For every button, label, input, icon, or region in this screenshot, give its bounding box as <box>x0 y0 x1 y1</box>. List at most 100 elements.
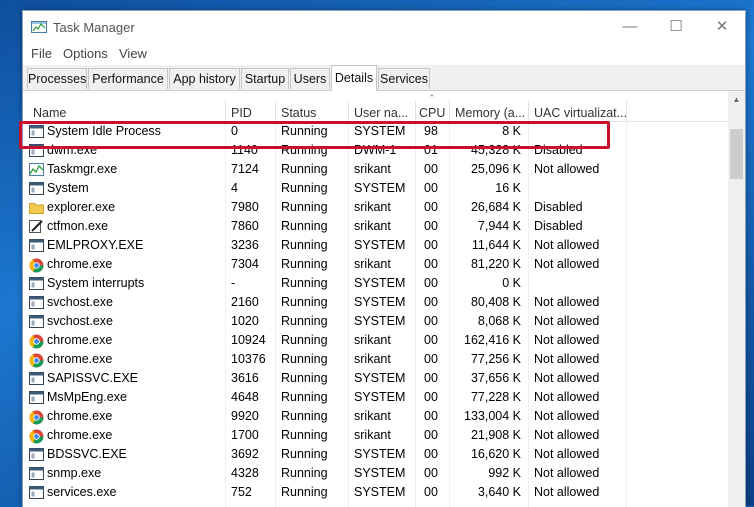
tab-processes[interactable]: Processes <box>27 68 87 89</box>
column-status[interactable]: Status <box>281 106 347 120</box>
tab-services[interactable]: Services <box>378 68 430 89</box>
scroll-up-icon[interactable]: ▲ <box>728 91 745 108</box>
table-row[interactable]: MsMpEng.exe 4648 Running SYSTEM 00 77,228 K No… <box>23 388 728 407</box>
process-status: Running <box>281 447 328 461</box>
process-status: Running <box>281 219 328 233</box>
process-name: BDSSVC.EXE <box>47 447 127 461</box>
process-uac: Not allowed <box>534 390 600 404</box>
tab-app-history[interactable]: App history <box>169 68 240 89</box>
tab-startup[interactable]: Startup <box>241 68 289 89</box>
process-pid: 3236 <box>231 238 259 252</box>
table-row[interactable]: svchost.exe 2160 Running SYSTEM 00 80,408 K No… <box>23 293 728 312</box>
process-status: Running <box>281 276 328 290</box>
process-memory: 8 K <box>502 124 521 138</box>
table-row[interactable]: ctfmon.exe 7860 Running srikant 00 7,944 K Dis… <box>23 217 728 236</box>
process-pid: 7860 <box>231 219 259 233</box>
process-cpu: 00 <box>424 314 438 328</box>
process-memory: 80,408 K <box>470 295 521 309</box>
column-memory[interactable]: Memory (a... <box>455 106 529 120</box>
window-icon <box>29 467 44 480</box>
table-row[interactable]: services.exe 752 Running SYSTEM 00 3,640 K Not… <box>23 483 728 502</box>
process-user: SYSTEM <box>354 466 406 480</box>
process-pid: 3692 <box>231 447 259 461</box>
taskmgr-icon <box>29 163 44 176</box>
process-user: srikant <box>354 257 391 271</box>
chrome-icon <box>29 429 44 444</box>
process-cpu: 00 <box>424 390 438 404</box>
table-row[interactable]: explorer.exe 7980 Running srikant 00 26,684 K… <box>23 198 728 217</box>
table-row[interactable]: SAPISSVC.EXE 3616 Running SYSTEM 00 37,656 K N… <box>23 369 728 388</box>
menu-bar: File Options View <box>23 43 745 65</box>
process-cpu: 00 <box>424 162 438 176</box>
minimize-button[interactable]: — <box>607 11 653 43</box>
column-user-name[interactable]: User na... <box>354 106 414 120</box>
process-user: SYSTEM <box>354 314 406 328</box>
menu-view[interactable]: View <box>119 46 147 61</box>
table-row[interactable]: chrome.exe 7304 Running srikant 00 81,220 K No… <box>23 255 728 274</box>
tab-details[interactable]: Details <box>331 65 377 91</box>
menu-options[interactable]: Options <box>63 46 108 61</box>
process-uac: Disabled <box>534 143 583 157</box>
process-cpu: 00 <box>424 295 438 309</box>
process-status: Running <box>281 409 328 423</box>
table-row[interactable]: BDSSVC.EXE 3692 Running SYSTEM 00 16,620 K Not… <box>23 445 728 464</box>
process-memory: 162,416 K <box>464 333 521 347</box>
table-row[interactable]: snmp.exe 4328 Running SYSTEM 00 992 K Not allo… <box>23 464 728 483</box>
process-status: Running <box>281 466 328 480</box>
window-icon <box>29 296 44 309</box>
process-memory: 992 K <box>488 466 521 480</box>
menu-file[interactable]: File <box>31 46 52 61</box>
table-row[interactable]: chrome.exe 1700 Running srikant 00 21,908 K No… <box>23 426 728 445</box>
column-name[interactable]: Name <box>33 106 223 120</box>
column-cpu[interactable]: CPU <box>419 106 449 120</box>
process-uac: Not allowed <box>534 238 600 252</box>
window-icon <box>29 239 44 252</box>
process-pid: 7304 <box>231 257 259 271</box>
table-row[interactable]: System Idle Process 0 Running SYSTEM 98 8 K <box>23 122 728 141</box>
process-status: Running <box>281 143 328 157</box>
process-uac: Not allowed <box>534 333 600 347</box>
table-row[interactable]: chrome.exe 9920 Running srikant 00 133,004 K N… <box>23 407 728 426</box>
table-row[interactable]: Taskmgr.exe 7124 Running srikant 00 25,096 K N… <box>23 160 728 179</box>
scroll-thumb[interactable] <box>730 129 743 179</box>
table-row[interactable]: chrome.exe 10924 Running srikant 00 162,416 K… <box>23 331 728 350</box>
table-header: Name PID Status User na... ⌃ CPU Memory … <box>23 91 728 122</box>
table-row[interactable]: svchost.exe 1020 Running SYSTEM 00 8,068 K Not… <box>23 312 728 331</box>
process-memory: 11,644 K <box>471 238 521 252</box>
window-icon <box>29 315 44 328</box>
process-pid: 3616 <box>231 371 259 385</box>
title-bar[interactable]: Task Manager — ☐ ✕ <box>23 11 745 43</box>
process-status: Running <box>281 257 328 271</box>
tab-performance[interactable]: Performance <box>88 68 168 89</box>
process-status: Running <box>281 428 328 442</box>
process-cpu: 00 <box>424 257 438 271</box>
process-user: srikant <box>354 219 391 233</box>
process-cpu: 00 <box>424 219 438 233</box>
process-name: services.exe <box>47 485 117 499</box>
tab-users[interactable]: Users <box>290 68 330 89</box>
column-pid[interactable]: PID <box>231 106 275 120</box>
table-row[interactable]: System 4 Running SYSTEM 00 16 K <box>23 179 728 198</box>
maximize-button[interactable]: ☐ <box>653 11 699 43</box>
process-pid: 10924 <box>231 333 266 347</box>
table-row[interactable]: dwm.exe 1140 Running DWM-1 01 45,328 K Disable… <box>23 141 728 160</box>
process-user: SYSTEM <box>354 124 406 138</box>
process-memory: 77,256 K <box>470 352 521 366</box>
process-memory: 8,068 K <box>477 314 521 328</box>
process-pid: 4 <box>231 181 238 195</box>
table-row[interactable]: chrome.exe 10376 Running srikant 00 77,256 K N… <box>23 350 728 369</box>
process-name: chrome.exe <box>47 352 113 366</box>
process-memory: 16 K <box>495 181 521 195</box>
table-row[interactable]: EMLPROXY.EXE 3236 Running SYSTEM 00 11,644 K N… <box>23 236 728 255</box>
process-name: chrome.exe <box>47 257 113 271</box>
process-name: svchost.exe <box>47 295 114 309</box>
process-pid: 10376 <box>231 352 266 366</box>
close-button[interactable]: ✕ <box>699 11 745 43</box>
process-cpu: 00 <box>424 371 438 385</box>
table-row[interactable]: System interrupts - Running SYSTEM 00 0 K <box>23 274 728 293</box>
process-memory: 25,096 K <box>470 162 521 176</box>
process-uac: Not allowed <box>534 314 600 328</box>
column-uac-virtualization[interactable]: UAC virtualizat... <box>534 106 626 120</box>
vertical-scrollbar[interactable]: ▲ <box>728 91 745 507</box>
process-pid: 1020 <box>231 314 259 328</box>
